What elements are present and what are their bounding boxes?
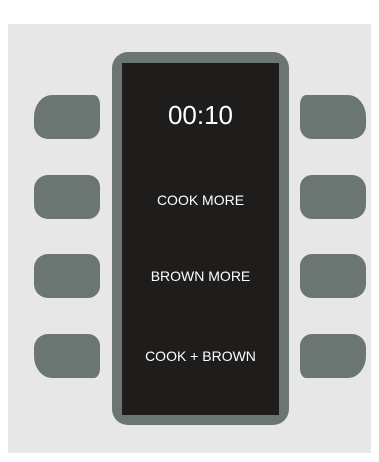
right-button-3[interactable]	[300, 254, 366, 298]
right-button-1[interactable]	[300, 95, 366, 139]
right-button-2[interactable]	[300, 175, 366, 219]
left-button-4[interactable]	[34, 334, 100, 378]
option-brown-more: BROWN MORE	[150, 268, 251, 284]
left-button-1[interactable]	[34, 95, 100, 139]
option-cook-and-brown: COOK + BROWN	[145, 348, 256, 364]
right-button-4[interactable]	[300, 334, 366, 378]
left-button-3[interactable]	[34, 254, 100, 298]
option-cook-more: COOK MORE	[156, 192, 245, 208]
timer-readout: 00:10	[167, 100, 234, 130]
left-button-2[interactable]	[34, 175, 100, 219]
